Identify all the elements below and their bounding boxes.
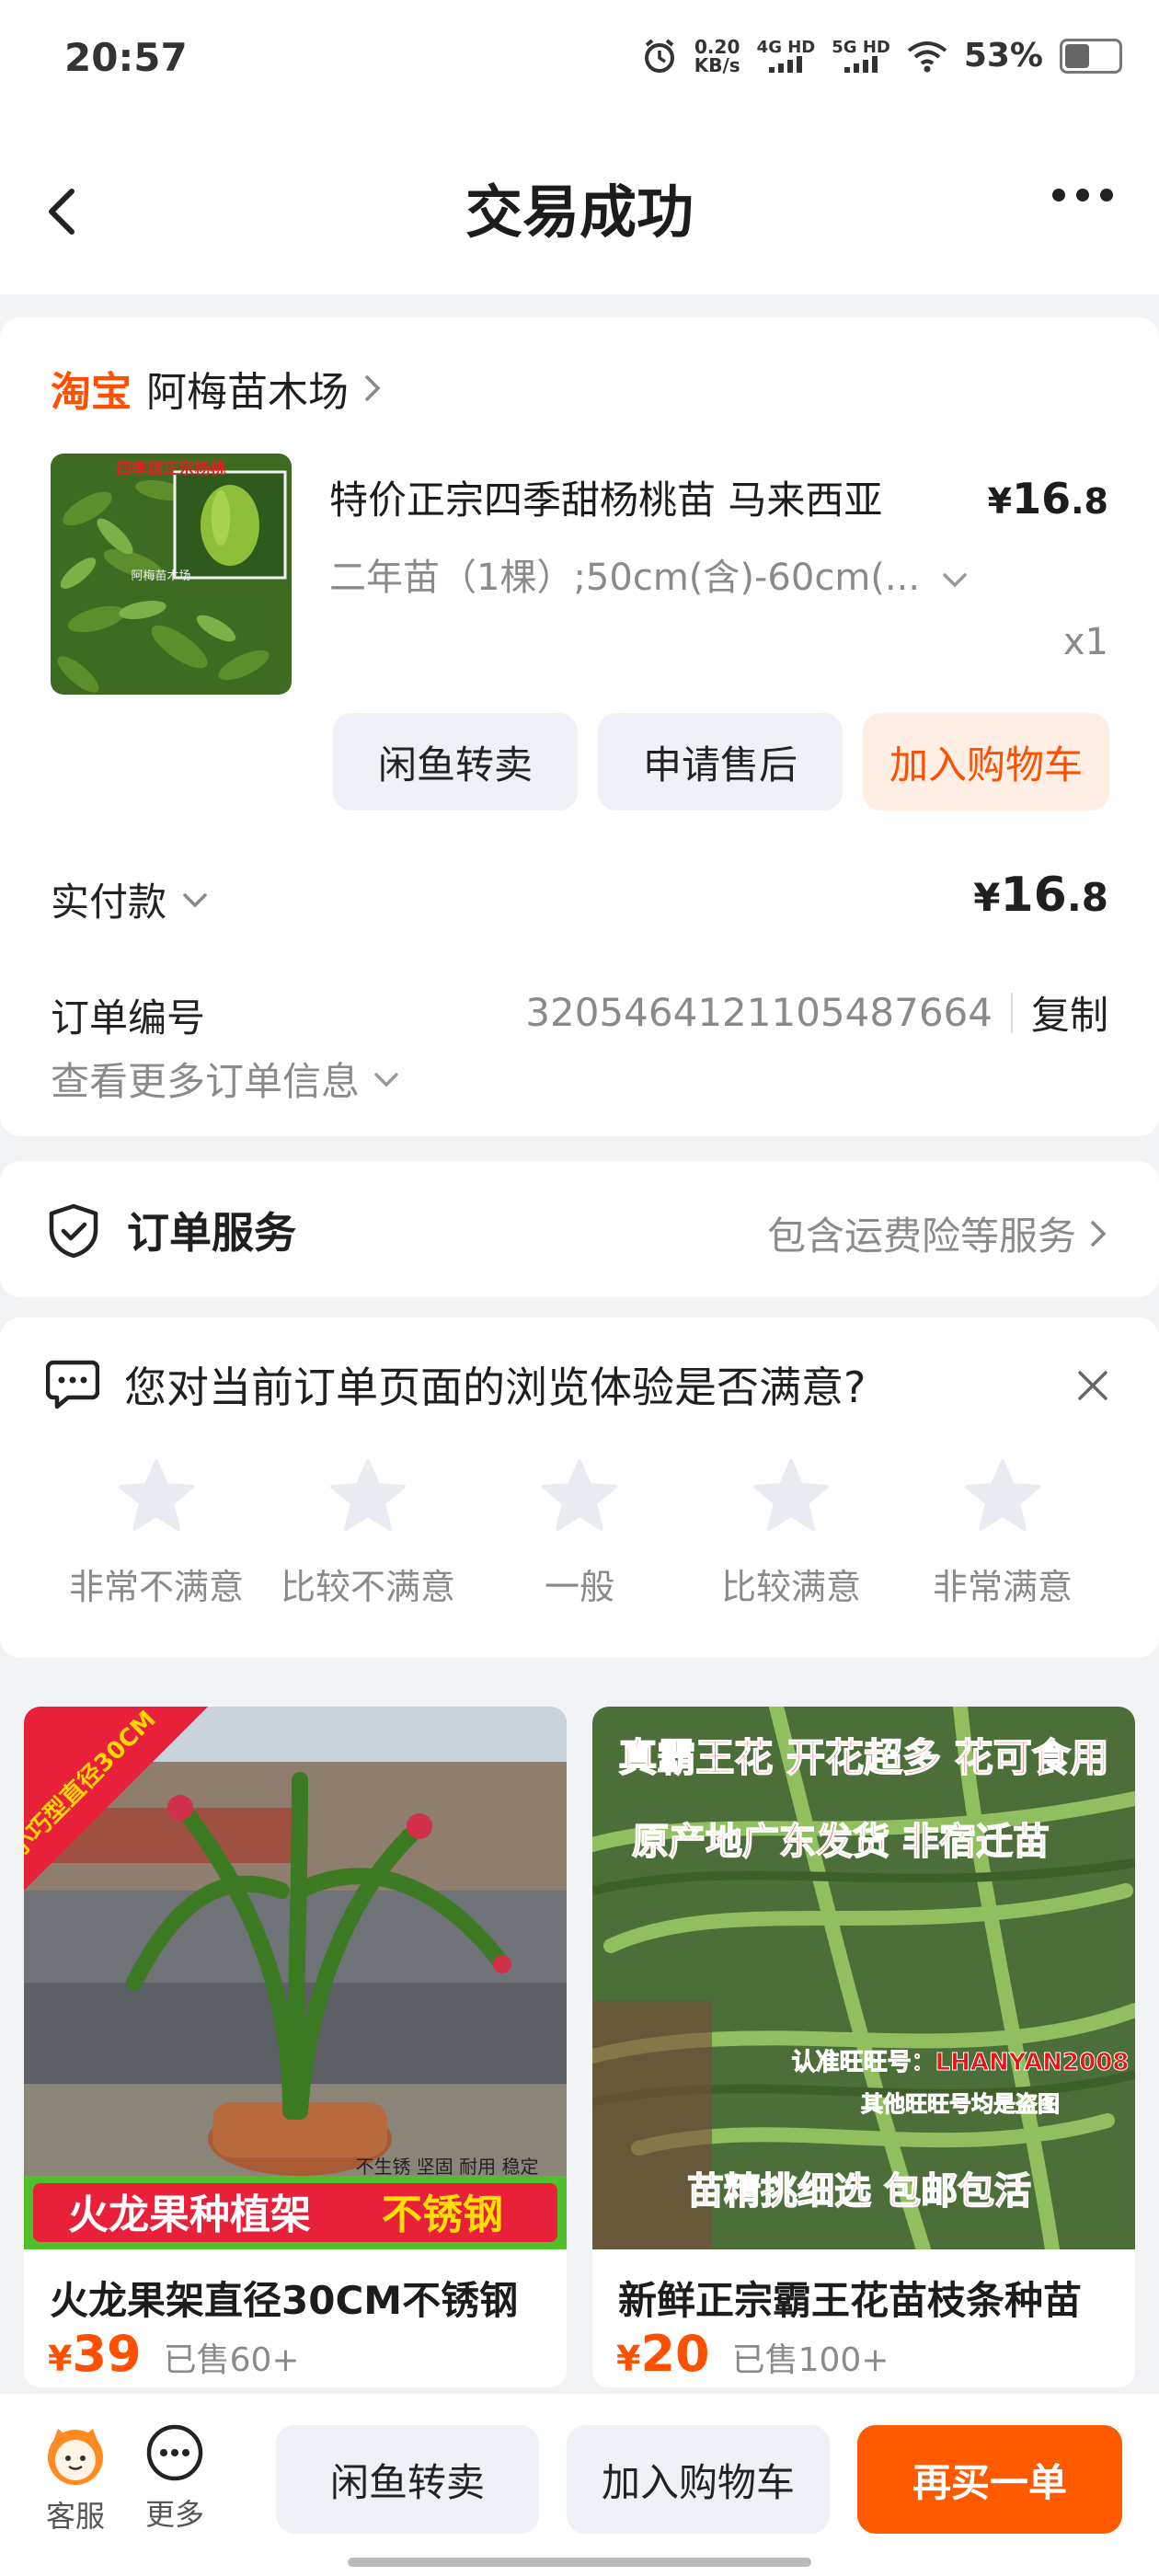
status-time: 20:57 <box>64 35 188 80</box>
bottom-add-cart-button[interactable]: 加入购物车 <box>567 2425 830 2534</box>
order-id-row: 3205464121105487664 复制 <box>525 984 1108 1041</box>
survey-option-label: 一般 <box>544 1567 614 1607</box>
product-image-label: 四季甜正宗杨桃 <box>117 459 226 478</box>
home-indicator[interactable] <box>348 2558 811 2567</box>
order-id-label: 订单编号 <box>51 995 206 1041</box>
survey-option-label: 比较不满意 <box>280 1567 455 1607</box>
banner-main: 火龙果种植架 <box>68 2191 311 2238</box>
satisfaction-survey: 您对当前订单页面的浏览体验是否满意? 非常不满意 比较不满意 一般 比较满意 非常满意 <box>0 1317 1159 1658</box>
survey-question: 您对当前订单页面的浏览体验是否满意? <box>124 1363 866 1412</box>
signal-4g: 4G HD <box>757 39 816 73</box>
signal-5g: 5G HD <box>832 39 890 73</box>
status-bar: 20:57 0.20 KB/s 4G HD 5G HD 53% <box>0 0 1159 129</box>
more-order-info-link[interactable]: 查看更多订单信息 <box>51 1051 402 1107</box>
promo-line-4: 其他旺旺号均是盗图 <box>861 2091 1060 2117</box>
survey-option[interactable]: 一般 <box>478 1455 681 1609</box>
more-button[interactable]: 更多 <box>138 2423 212 2534</box>
battery-percent: 53% <box>963 37 1043 75</box>
customer-service-icon <box>48 2429 103 2485</box>
paid-amount-label: 实付款 <box>51 880 167 925</box>
after-sale-button[interactable]: 申请售后 <box>598 713 843 811</box>
customer-service-button[interactable]: 客服 <box>39 2423 112 2536</box>
survey-option-label: 非常不满意 <box>68 1567 244 1607</box>
recommendation-card-1[interactable]: 小巧型直径30CM 火龙果种植架 不锈钢 不生锈 坚固 耐用 稳定 火龙果架直径… <box>24 1707 567 2387</box>
recommendation-image-2: 真霸王花 开花超多 花可食用 原产地广东发货 非宿迁苗 认准旺旺号：LHANYA… <box>592 1707 1135 2257</box>
recommendation-card-2[interactable]: 真霸王花 开花超多 花可食用 原产地广东发货 非宿迁苗 认准旺旺号：LHANYA… <box>592 1707 1135 2387</box>
order-service-title: 订单服务 <box>127 1208 296 1258</box>
more-options-icon[interactable] <box>1052 189 1113 201</box>
divider <box>1010 992 1013 1033</box>
promo-line-5: 苗精挑细选 包邮包活 <box>687 2170 1031 2213</box>
shop-row[interactable]: 淘宝 阿梅苗木场 <box>51 359 387 418</box>
battery-icon <box>1060 38 1122 74</box>
recommendation-title: 新鲜正宗霸王花苗枝条种苗 <box>618 2278 1083 2323</box>
banner-tags: 不生锈 坚固 耐用 稳定 <box>355 2156 538 2178</box>
resell-xianyu-button[interactable]: 闲鱼转卖 <box>333 713 578 811</box>
order-service-desc-row: 包含运费险等服务 <box>767 1205 1113 1261</box>
close-icon[interactable] <box>1074 1367 1111 1404</box>
alarm-icon <box>644 38 674 73</box>
star-icon <box>330 1459 406 1531</box>
survey-option[interactable]: 比较满意 <box>690 1455 892 1609</box>
more-label: 更多 <box>144 2497 204 2532</box>
banner-sub: 不锈钢 <box>382 2191 503 2238</box>
net-speed: 0.20 KB/s <box>694 35 740 76</box>
survey-option[interactable]: 比较不满意 <box>267 1455 469 1609</box>
more-dots-icon <box>146 2424 203 2481</box>
star-icon <box>119 1459 194 1531</box>
copy-button[interactable]: 复制 <box>1031 984 1108 1041</box>
paid-amount-value: ¥16.8 <box>973 868 1108 923</box>
chevron-right-icon <box>1091 1220 1107 1247</box>
chevron-down-icon <box>183 892 207 907</box>
survey-option-label: 非常满意 <box>932 1567 1073 1607</box>
promo-line-1: 真霸王花 开花超多 花可食用 <box>618 1735 1108 1780</box>
bottom-action-bar: 客服 更多 闲鱼转卖 加入购物车 再买一单 <box>0 2394 1159 2576</box>
bottom-resell-button[interactable]: 闲鱼转卖 <box>276 2425 539 2534</box>
add-to-cart-button[interactable]: 加入购物车 <box>863 713 1109 811</box>
product-spec[interactable]: 二年苗（1棵）;50cm(含)-60cm(... <box>329 547 973 601</box>
shield-check-icon <box>49 1203 98 1259</box>
customer-service-label: 客服 <box>45 2499 105 2534</box>
order-id-value: 3205464121105487664 <box>525 990 993 1035</box>
chevron-down-icon <box>943 573 967 588</box>
promo-line-2: 原产地广东发货 非宿迁苗 <box>632 1821 1050 1863</box>
survey-option[interactable]: 非常满意 <box>901 1455 1104 1609</box>
survey-option-label: 比较满意 <box>720 1567 861 1607</box>
order-service-desc: 包含运费险等服务 <box>766 1213 1076 1259</box>
recommendation-image-1: 小巧型直径30CM 火龙果种植架 不锈钢 不生锈 坚固 耐用 稳定 <box>24 1707 567 2249</box>
shop-name: 阿梅苗木场 <box>146 369 349 416</box>
taobao-logo: 淘宝 <box>51 369 132 416</box>
star-icon <box>542 1459 617 1531</box>
signal-bars-icon <box>757 55 816 73</box>
recommendation-title: 火龙果架直径30CM不锈钢 <box>50 2278 519 2323</box>
order-card: 淘宝 阿梅苗木场 四季甜正宗杨桃 阿梅苗木场 特价正宗四季甜杨桃苗 马来西亚 ¥… <box>0 317 1159 1136</box>
star-icon <box>753 1459 829 1531</box>
recommendation-price-row: ¥ 20 已售100+ <box>616 2325 889 2383</box>
paid-amount-row[interactable]: 实付款 <box>51 871 211 927</box>
wifi-icon <box>907 40 947 72</box>
page-title: 交易成功 <box>465 178 694 246</box>
status-icons: 0.20 KB/s 4G HD 5G HD 53% <box>641 37 1122 75</box>
order-service-row[interactable]: 订单服务 包含运费险等服务 <box>0 1161 1159 1297</box>
survey-option[interactable]: 非常不满意 <box>55 1455 258 1609</box>
chevron-down-icon <box>374 1072 398 1087</box>
buy-again-button[interactable]: 再买一单 <box>857 2425 1122 2534</box>
product-title[interactable]: 特价正宗四季甜杨桃苗 马来西亚 <box>329 469 882 525</box>
star-icon <box>965 1459 1040 1531</box>
page-header: 交易成功 <box>0 129 1159 294</box>
product-image[interactable]: 四季甜正宗杨桃 阿梅苗木场 <box>51 454 292 695</box>
product-price: ¥16.8 <box>987 474 1108 523</box>
recommendation-price-row: ¥ 39 已售60+ <box>48 2325 300 2383</box>
promo-line-3: 认准旺旺号：LHANYAN2008 <box>792 2049 1130 2076</box>
product-image-watermark: 阿梅苗木场 <box>131 569 190 583</box>
chat-bubble-icon <box>46 1360 99 1409</box>
signal-bars-icon <box>832 55 890 73</box>
product-quantity: x1 <box>1062 621 1108 663</box>
chevron-right-icon <box>365 375 381 401</box>
